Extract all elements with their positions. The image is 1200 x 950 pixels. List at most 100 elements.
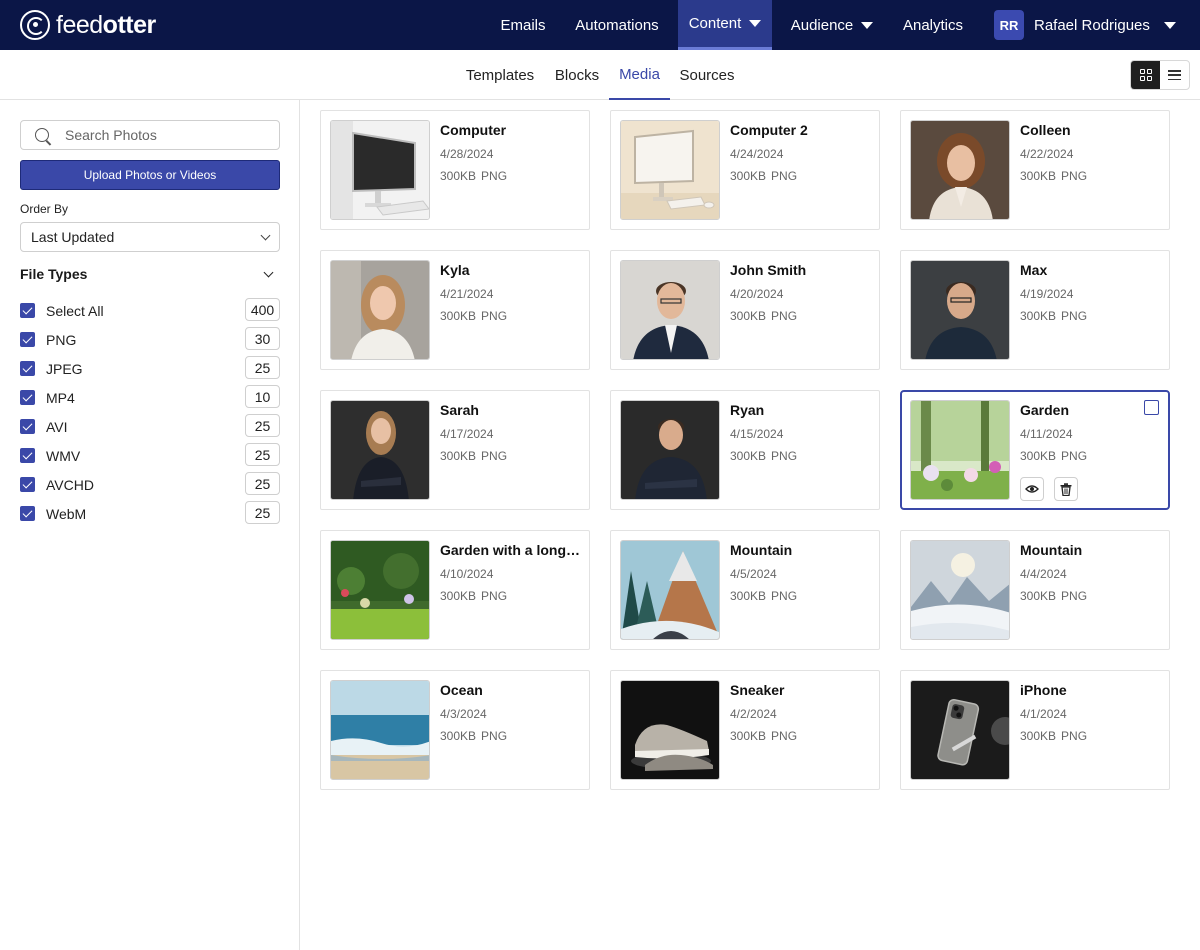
user-name: Rafael Rodrigues (1034, 16, 1150, 34)
media-meta: 300KB PNG (730, 589, 798, 603)
list-icon (1168, 70, 1181, 80)
file-type-label: PNG (46, 331, 77, 348)
file-types-toggle[interactable]: File Types (20, 264, 280, 284)
media-meta: 300KB PNG (730, 449, 798, 463)
media-title: Mountain (730, 542, 793, 558)
media-card[interactable]: Computer 2 4/24/2024 300KB PNG (610, 110, 880, 230)
file-type-count: 400 (245, 298, 280, 321)
media-title: Ocean (440, 682, 483, 698)
media-card[interactable]: Mountain 4/5/2024 300KB PNG (610, 530, 880, 650)
caret-down-icon (1163, 21, 1176, 29)
feedotter-logo[interactable]: feedotter (20, 10, 156, 40)
checkbox[interactable] (20, 477, 35, 492)
media-card[interactable]: Colleen 4/22/2024 300KB PNG (900, 110, 1170, 230)
avatar: RR (994, 10, 1024, 40)
file-type-count: 30 (245, 327, 280, 350)
list-view-button[interactable] (1160, 61, 1189, 89)
media-card[interactable]: Mountain 4/4/2024 300KB PNG (900, 530, 1170, 650)
media-date: 4/15/2024 (730, 427, 784, 441)
file-type-count: 25 (245, 443, 280, 466)
thumbnail-computer-2 (620, 120, 720, 220)
file-type-count: 10 (245, 385, 280, 408)
tab-templates[interactable]: Templates (458, 50, 542, 100)
nav-automations[interactable]: Automations (562, 0, 672, 50)
checkbox[interactable] (20, 448, 35, 463)
media-date: 4/28/2024 (440, 147, 494, 161)
thumbnail-mountain-2 (910, 540, 1010, 640)
media-date: 4/24/2024 (730, 147, 784, 161)
thumbnail-ryan (620, 400, 720, 500)
media-title: Sarah (440, 402, 479, 418)
media-meta: 300KB PNG (730, 309, 798, 323)
thumbnail-colleen (910, 120, 1010, 220)
otter-logo-icon (20, 10, 50, 40)
search-input[interactable] (65, 127, 265, 143)
media-meta: 300KB PNG (730, 169, 798, 183)
checkbox[interactable] (20, 506, 35, 521)
checkbox[interactable] (20, 332, 35, 347)
file-types-title: File Types (20, 266, 88, 282)
media-date: 4/21/2024 (440, 287, 494, 301)
media-card[interactable]: Ryan 4/15/2024 300KB PNG (610, 390, 880, 510)
thumbnail-mountain (620, 540, 720, 640)
media-meta: 300KB PNG (440, 449, 508, 463)
media-date: 4/3/2024 (440, 707, 487, 721)
media-date: 4/1/2024 (1020, 707, 1067, 721)
file-type-label: WMV (46, 447, 81, 464)
file-type-mp4: MP4 10 (20, 383, 280, 412)
media-date: 4/2/2024 (730, 707, 777, 721)
view-toggle (1130, 60, 1190, 90)
media-title: Colleen (1020, 122, 1071, 138)
upload-button[interactable]: Upload Photos or Videos (20, 160, 280, 190)
nav-audience[interactable]: Audience (780, 0, 884, 50)
file-type-label: WebM (46, 505, 87, 522)
checkbox[interactable] (20, 361, 35, 376)
media-card[interactable]: John Smith 4/20/2024 300KB PNG (610, 250, 880, 370)
media-card[interactable]: Ocean 4/3/2024 300KB PNG (320, 670, 590, 790)
thumbnail-john-smith (620, 260, 720, 360)
grid-view-button[interactable] (1131, 61, 1160, 89)
tab-blocks[interactable]: Blocks (548, 50, 606, 100)
tab-media[interactable]: Media (609, 50, 670, 100)
file-type-wmv: WMV 25 (20, 441, 280, 470)
delete-button[interactable] (1054, 477, 1078, 501)
media-card[interactable]: Computer 4/28/2024 300KB PNG (320, 110, 590, 230)
nav-content[interactable]: Content (678, 0, 772, 50)
nav-emails[interactable]: Emails (490, 0, 556, 50)
checkbox[interactable] (20, 390, 35, 405)
media-card[interactable]: Garden with a long name 4/10/2024 300KBP… (320, 530, 590, 650)
media-title: Computer 2 (730, 122, 808, 138)
media-meta: 300KB PNG (440, 589, 508, 603)
media-card-selected[interactable]: Garden 4/11/2024 300KB PNG (900, 390, 1170, 510)
preview-button[interactable] (1020, 477, 1044, 501)
media-title: iPhone (1020, 682, 1067, 698)
tab-sources[interactable]: Sources (674, 50, 740, 100)
media-date: 4/22/2024 (1020, 147, 1074, 161)
logo-text: feedotter (56, 10, 156, 39)
thumbnail-kyla (330, 260, 430, 360)
checkbox[interactable] (20, 419, 35, 434)
order-by-select[interactable]: Last Updated (20, 222, 280, 252)
thumbnail-sarah (330, 400, 430, 500)
chevron-down-icon (260, 230, 271, 240)
nav-analytics[interactable]: Analytics (892, 0, 974, 50)
media-card[interactable]: Sneaker 4/2/2024 300KB PNG (610, 670, 880, 790)
thumbnail-computer (330, 120, 430, 220)
media-date: 4/11/2024 (1020, 427, 1073, 441)
order-by-value: Last Updated (31, 229, 115, 245)
file-type-count: 25 (245, 356, 280, 379)
media-card[interactable]: Kyla 4/21/2024 300KB PNG (320, 250, 590, 370)
file-type-webm: WebM 25 (20, 499, 280, 528)
media-title: Kyla (440, 262, 470, 278)
media-card[interactable]: Max 4/19/2024 300KB PNG (900, 250, 1170, 370)
select-checkbox[interactable] (1144, 400, 1159, 415)
checkbox[interactable] (20, 303, 35, 318)
user-menu[interactable]: RR Rafael Rodrigues (994, 10, 1176, 40)
media-card[interactable]: Sarah 4/17/2024 300KB PNG (320, 390, 590, 510)
file-type-count: 25 (245, 501, 280, 524)
thumbnail-garden-long (330, 540, 430, 640)
media-meta: 300KB PNG (1020, 589, 1088, 603)
file-types-list: Select All 400 PNG 30 JPEG 25 MP4 10 AVI 25 W… (20, 296, 280, 528)
media-card[interactable]: iPhone 4/1/2024 300KB PNG (900, 670, 1170, 790)
media-date: 4/19/2024 (1020, 287, 1074, 301)
